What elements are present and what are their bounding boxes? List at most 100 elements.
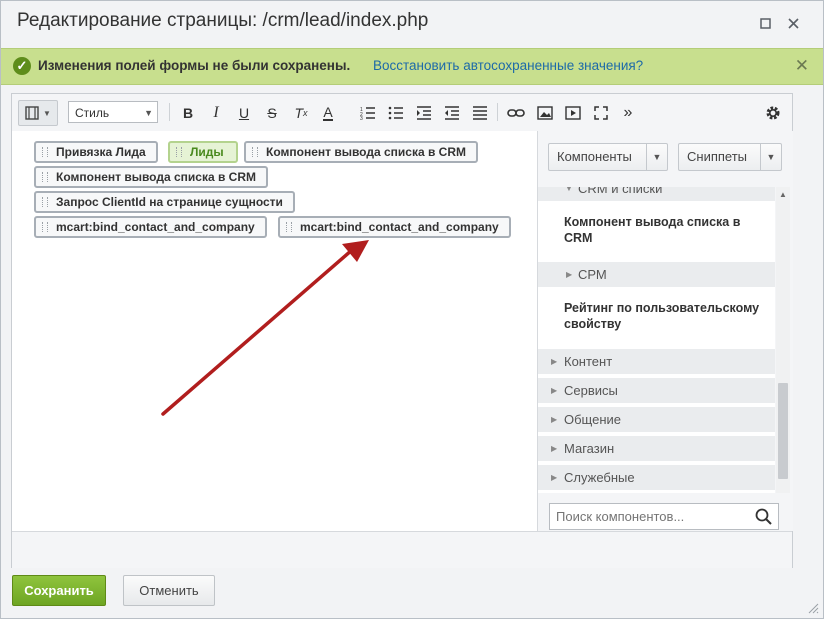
drag-handle-icon[interactable] bbox=[286, 222, 292, 232]
chevron-right-icon: ▶ bbox=[551, 444, 558, 453]
tree-group-content[interactable]: ▶ Контент bbox=[538, 348, 775, 374]
component-chip-label: Запрос ClientId на странице сущности bbox=[56, 195, 283, 209]
component-chip-label: Лиды bbox=[190, 145, 224, 159]
chevron-right-icon: ▶ bbox=[551, 473, 558, 482]
component-chip[interactable]: Запрос ClientId на странице сущности bbox=[34, 191, 295, 213]
components-tab-button[interactable]: Компоненты ▼ bbox=[548, 143, 668, 171]
dialog-title: Редактирование страницы: /crm/lead/index… bbox=[17, 10, 429, 31]
editor-content-area[interactable]: Привязка Лида Лиды Компонент вывода спис… bbox=[12, 131, 537, 531]
link-icon[interactable] bbox=[505, 102, 527, 124]
components-tree: ▼ CRM и списки Компонент вывода списка в … bbox=[538, 187, 775, 493]
drag-handle-icon[interactable] bbox=[176, 147, 182, 157]
unsaved-notice: ✓ Изменения полей формы не были сохранен… bbox=[1, 48, 823, 85]
drag-handle-icon[interactable] bbox=[42, 147, 48, 157]
style-select[interactable]: Стиль ▼ bbox=[68, 101, 158, 123]
tree-group-services[interactable]: ▶ Сервисы bbox=[538, 377, 775, 403]
chevron-down-icon[interactable]: ▼ bbox=[646, 144, 667, 170]
view-mode-button[interactable]: ▼ bbox=[18, 100, 58, 126]
outdent-icon[interactable] bbox=[441, 102, 463, 124]
chevron-down-icon: ▼ bbox=[144, 108, 153, 118]
tree-group-label: СРМ bbox=[578, 267, 607, 282]
dialog-window: Редактирование страницы: /crm/lead/index… bbox=[0, 0, 824, 619]
component-chip[interactable]: Компонент вывода списка в CRM bbox=[244, 141, 478, 163]
chevron-down-icon[interactable]: ▼ bbox=[760, 144, 781, 170]
component-chip[interactable]: Привязка Лида bbox=[34, 141, 158, 163]
drag-handle-icon[interactable] bbox=[42, 197, 48, 207]
components-panel: Компоненты ▼ Сниппеты ▼ ▼ CRM и списки Ко… bbox=[537, 131, 793, 531]
snippets-tab-label: Сниппеты bbox=[687, 149, 748, 164]
indent-icon[interactable] bbox=[413, 102, 435, 124]
component-chip[interactable]: mcart:bind_contact_and_company bbox=[34, 216, 267, 238]
bold-icon[interactable]: B bbox=[177, 102, 199, 124]
chevron-right-icon: ▶ bbox=[566, 270, 573, 279]
svg-text:3: 3 bbox=[360, 116, 363, 120]
image-icon[interactable] bbox=[534, 102, 556, 124]
tree-group-srm[interactable]: ▶ СРМ bbox=[538, 261, 775, 287]
ordered-list-icon[interactable]: 123 bbox=[357, 102, 379, 124]
tree-group-communication[interactable]: ▶ Общение bbox=[538, 406, 775, 432]
align-icon[interactable] bbox=[469, 102, 491, 124]
font-color-icon[interactable]: A bbox=[317, 102, 339, 124]
chevron-down-icon: ▼ bbox=[565, 187, 573, 193]
tree-group-label: Служебные bbox=[564, 470, 635, 485]
components-tab-label: Компоненты bbox=[557, 149, 632, 164]
drag-handle-icon[interactable] bbox=[252, 147, 258, 157]
unordered-list-icon[interactable] bbox=[385, 102, 407, 124]
component-chip-label: mcart:bind_contact_and_company bbox=[56, 220, 255, 234]
search-icon[interactable] bbox=[754, 507, 774, 527]
tree-group-shop[interactable]: ▶ Магазин bbox=[538, 435, 775, 461]
tree-item-crm-list[interactable]: Компонент вывода списка в CRM bbox=[538, 214, 775, 246]
component-chip-label: mcart:bind_contact_and_company bbox=[300, 220, 499, 234]
scroll-up-icon[interactable]: ▲ bbox=[779, 190, 787, 199]
underline-icon[interactable]: U bbox=[233, 102, 255, 124]
tree-item-label: Компонент вывода списка в CRM bbox=[564, 215, 741, 245]
tree-group-label: Общение bbox=[564, 412, 622, 427]
check-icon: ✓ bbox=[13, 57, 31, 75]
component-chip-selected[interactable]: Лиды bbox=[168, 141, 238, 163]
tree-group-label: Магазин bbox=[564, 441, 615, 456]
drag-handle-icon[interactable] bbox=[42, 172, 48, 182]
scrollbar-thumb[interactable] bbox=[778, 383, 788, 479]
notice-close-icon[interactable]: ✕ bbox=[795, 56, 809, 76]
close-icon[interactable] bbox=[783, 13, 803, 33]
snippets-tab-button[interactable]: Сниппеты ▼ bbox=[678, 143, 782, 171]
editor-statusbar bbox=[12, 531, 792, 568]
document-icon bbox=[25, 106, 39, 120]
video-icon[interactable] bbox=[562, 102, 584, 124]
style-select-value: Стиль bbox=[75, 106, 110, 120]
chevron-right-icon: ▶ bbox=[551, 386, 558, 395]
italic-icon[interactable]: I bbox=[205, 102, 227, 124]
gear-icon[interactable] bbox=[762, 102, 784, 124]
tree-item-rating[interactable]: Рейтинг по пользовательскому свойству bbox=[538, 300, 775, 332]
maximize-icon[interactable] bbox=[755, 13, 775, 33]
fullscreen-icon[interactable] bbox=[590, 102, 612, 124]
tree-group-service[interactable]: ▶ Служебные bbox=[538, 464, 775, 490]
restore-autosave-link[interactable]: Восстановить автосохраненные значения? bbox=[373, 58, 643, 73]
notice-message: Изменения полей формы не были сохранены. bbox=[38, 58, 351, 73]
save-button[interactable]: Сохранить bbox=[12, 575, 106, 606]
component-chip[interactable]: Компонент вывода списка в CRM bbox=[34, 166, 268, 188]
strikethrough-icon[interactable]: S bbox=[261, 102, 283, 124]
toolbar-divider bbox=[497, 103, 498, 121]
component-chip-label: Привязка Лида bbox=[56, 145, 146, 159]
chevron-right-icon: ▶ bbox=[551, 415, 558, 424]
tree-group-label: CRM и списки bbox=[578, 187, 663, 196]
html-editor: ▼ Стиль ▼ B I U S Tx A 123 » Привязка Ли… bbox=[11, 93, 793, 568]
drag-handle-icon[interactable] bbox=[42, 222, 48, 232]
tree-group-crm[interactable]: ▼ CRM и списки bbox=[538, 187, 775, 201]
toolbar-divider bbox=[169, 103, 170, 121]
dialog-titlebar[interactable]: Редактирование страницы: /crm/lead/index… bbox=[1, 1, 823, 45]
component-chip[interactable]: mcart:bind_contact_and_company bbox=[278, 216, 511, 238]
component-chip-label: Компонент вывода списка в CRM bbox=[56, 170, 256, 184]
tree-scrollbar[interactable]: ▲ bbox=[776, 187, 790, 493]
resize-handle-icon[interactable] bbox=[807, 602, 819, 614]
tree-item-label: Рейтинг по пользовательскому свойству bbox=[564, 301, 760, 331]
tree-group-label: Сервисы bbox=[564, 383, 618, 398]
more-icon[interactable]: » bbox=[617, 102, 639, 124]
clear-format-icon[interactable]: Tx bbox=[290, 102, 312, 124]
component-chip-label: Компонент вывода списка в CRM bbox=[266, 145, 466, 159]
cancel-button[interactable]: Отменить bbox=[123, 575, 215, 606]
chevron-right-icon: ▶ bbox=[551, 357, 558, 366]
chevron-down-icon: ▼ bbox=[43, 108, 51, 118]
component-search-input[interactable] bbox=[549, 503, 779, 530]
